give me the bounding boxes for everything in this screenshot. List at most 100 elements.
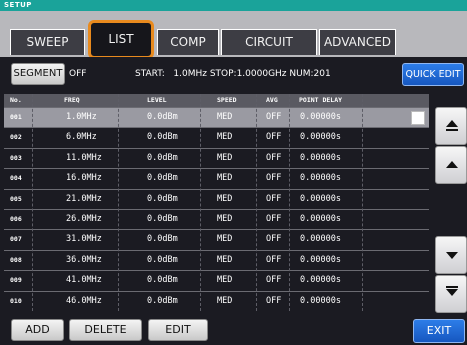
row-select-checkbox[interactable] [411, 111, 425, 125]
cell-speed: MED [217, 275, 233, 286]
table-row[interactable]: 002 6.0MHz 0.0dBm MED OFF 0.00000s [4, 127, 429, 147]
scroll-top-button[interactable] [435, 107, 467, 145]
col-delay-header: POINT DELAY [299, 96, 343, 104]
scroll-up-icon [446, 161, 458, 168]
tab-sweep[interactable]: SWEEP [10, 29, 85, 55]
cell-avg: OFF [266, 254, 282, 265]
table-row[interactable]: 006 26.0MHz 0.0dBm MED OFF 0.00000s [4, 209, 429, 229]
table-row[interactable]: 008 36.0MHz 0.0dBm MED OFF 0.00000s [4, 249, 429, 270]
tab-comp[interactable]: COMP [157, 29, 219, 55]
cell-speed: MED [217, 173, 233, 184]
bottom-bar: ADD DELETE EDIT EXIT [0, 314, 467, 345]
cell-delay: 0.00000s [300, 193, 341, 204]
cell-speed: MED [217, 193, 233, 204]
cell-freq: 1.0MHz [66, 112, 97, 122]
cell-delay: 0.00000s [300, 275, 341, 286]
list-table: No. FREQ LEVEL SPEED AVG POINT DELAY 001… [4, 94, 429, 311]
cell-no: 010 [10, 296, 22, 305]
cell-speed: MED [217, 152, 233, 163]
scroll-down-button[interactable] [435, 236, 467, 274]
cell-avg: OFF [266, 112, 282, 122]
cell-freq: 41.0MHz [66, 275, 102, 286]
cell-no: 002 [10, 133, 22, 142]
edit-button[interactable]: EDIT [148, 319, 208, 341]
cell-freq: 16.0MHz [66, 173, 102, 184]
cell-freq: 21.0MHz [66, 193, 102, 204]
scroll-down-icon [446, 252, 458, 259]
tab-strip: SWEEP LIST COMP CIRCUIT ADVANCED [0, 11, 467, 59]
cell-delay: 0.00000s [300, 214, 341, 224]
cell-level: 0.0dBm [147, 152, 178, 163]
cell-speed: MED [217, 132, 233, 143]
scroll-up-button[interactable] [435, 146, 467, 184]
cell-freq: 26.0MHz [66, 214, 102, 224]
cell-no: 006 [10, 215, 22, 223]
cell-avg: OFF [266, 275, 282, 286]
cell-level: 0.0dBm [147, 173, 178, 184]
cell-freq: 31.0MHz [66, 234, 102, 245]
cell-level: 0.0dBm [147, 254, 178, 265]
quick-edit-button[interactable]: QUICK EDIT [402, 63, 464, 86]
cell-avg: OFF [266, 234, 282, 245]
cell-avg: OFF [266, 295, 282, 306]
cell-level: 0.0dBm [147, 214, 178, 224]
exit-button[interactable]: EXIT [413, 319, 465, 343]
table-row[interactable]: 009 41.0MHz 0.0dBm MED OFF 0.00000s [4, 270, 429, 290]
cell-delay: 0.00000s [300, 152, 341, 163]
cell-delay: 0.00000s [300, 234, 341, 245]
add-button[interactable]: ADD [11, 319, 64, 341]
cell-avg: OFF [266, 214, 282, 224]
cell-speed: MED [217, 254, 233, 265]
tab-circuit[interactable]: CIRCUIT [221, 29, 317, 55]
table-row[interactable]: 003 11.0MHz 0.0dBm MED OFF 0.00000s [4, 147, 429, 168]
scroll-top-icon [446, 120, 458, 127]
scroll-bottom-button[interactable] [435, 275, 467, 313]
col-freq-header: FREQ [64, 96, 80, 104]
cell-no: 007 [10, 235, 22, 244]
cell-delay: 0.00000s [300, 173, 341, 184]
table-header: No. FREQ LEVEL SPEED AVG POINT DELAY [4, 94, 429, 107]
cell-speed: MED [217, 214, 233, 224]
table-row[interactable]: 007 31.0MHz 0.0dBm MED OFF 0.00000s [4, 229, 429, 249]
cell-avg: OFF [266, 152, 282, 163]
segment-button[interactable]: SEGMENT [11, 63, 65, 85]
cell-level: 0.0dBm [147, 112, 178, 122]
table-row[interactable]: 005 21.0MHz 0.0dBm MED OFF 0.00000s [4, 188, 429, 209]
scroll-bottom-icon [446, 289, 458, 296]
cell-no: 003 [10, 153, 22, 162]
cell-no: 004 [10, 174, 22, 183]
table-row[interactable]: 004 16.0MHz 0.0dBm MED OFF 0.00000s [4, 168, 429, 188]
segment-state: OFF [69, 69, 87, 79]
cell-freq: 36.0MHz [66, 254, 102, 265]
cell-level: 0.0dBm [147, 132, 178, 143]
table-row[interactable]: 001 1.0MHz 0.0dBm MED OFF 0.00000s [4, 107, 429, 128]
cell-avg: OFF [266, 173, 282, 184]
tab-advanced[interactable]: ADVANCED [319, 29, 396, 55]
col-no-header: No. [10, 96, 22, 104]
cell-no: 009 [10, 276, 22, 285]
screen-title: SETUP [0, 0, 467, 11]
table-row[interactable]: 010 46.0MHz 0.0dBm MED OFF 0.00000s [4, 290, 429, 311]
cell-avg: OFF [266, 193, 282, 204]
delete-button[interactable]: DELETE [69, 319, 142, 341]
cell-level: 0.0dBm [147, 193, 178, 204]
cell-speed: MED [217, 234, 233, 245]
sweep-range-info: START: 1.0MHz STOP:1.0000GHz NUM:201 [135, 69, 331, 79]
cell-no: 005 [10, 194, 22, 203]
cell-level: 0.0dBm [147, 295, 178, 306]
cell-freq: 46.0MHz [66, 295, 102, 306]
cell-delay: 0.00000s [300, 132, 341, 143]
cell-speed: MED [217, 112, 233, 122]
cell-level: 0.0dBm [147, 275, 178, 286]
cell-delay: 0.00000s [300, 254, 341, 265]
cell-freq: 6.0MHz [66, 132, 97, 143]
col-speed-header: SPEED [217, 96, 237, 104]
col-avg-header: AVG [266, 96, 278, 104]
cell-level: 0.0dBm [147, 234, 178, 245]
col-level-header: LEVEL [147, 96, 167, 104]
cell-no: 008 [10, 255, 22, 264]
info-row: SEGMENT OFF START: 1.0MHz STOP:1.0000GHz… [0, 57, 467, 90]
cell-no: 001 [10, 113, 22, 121]
cell-avg: OFF [266, 132, 282, 143]
tab-list[interactable]: LIST [88, 20, 154, 59]
